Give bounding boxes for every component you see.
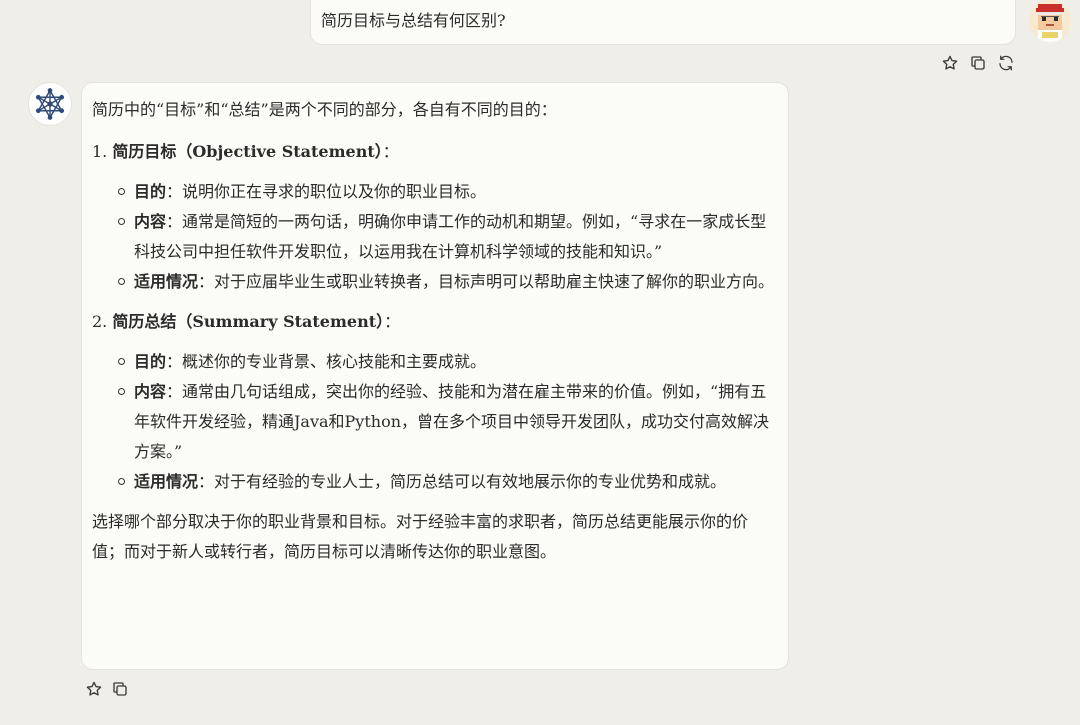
objective-bullet-list: 目的：说明你正在寻求的职位以及你的职业目标。 内容：通常是简短的一两句话，明确你… (92, 177, 778, 297)
list-item: 目的：概述你的专业背景、核心技能和主要成就。 (118, 347, 778, 377)
star-icon[interactable] (940, 53, 960, 73)
section-heading-objective: 1. 简历目标（Objective Statement）： (92, 142, 399, 161)
list-item: 内容：通常由几句话组成，突出你的经验、技能和为潜在雇主带来的价值。例如，“拥有五… (118, 377, 778, 467)
section-heading-summary: 2. 简历总结（Summary Statement）： (92, 312, 401, 331)
user-avatar[interactable] (1029, 0, 1071, 42)
assistant-avatar (28, 82, 72, 126)
star-icon[interactable] (84, 679, 104, 699)
chat-thread: 简历目标与总结有何区别? 简历中的“目标”和“总结”是两个不同的部分，各自有不同… (0, 0, 1080, 725)
assistant-message-bubble: 简历中的“目标”和“总结”是两个不同的部分，各自有不同的目的： 1. 简历目标（… (81, 82, 789, 670)
copy-icon[interactable] (110, 679, 130, 699)
assistant-conclusion: 选择哪个部分取决于你的职业背景和目标。对于经验丰富的求职者，简历总结更能展示你的… (92, 512, 749, 561)
list-item: 内容：通常是简短的一两句话，明确你申请工作的动机和期望。例如，“寻求在一家成长型… (118, 207, 778, 267)
copy-icon[interactable] (968, 53, 988, 73)
user-message-text: 简历目标与总结有何区别? (321, 11, 506, 30)
user-message-bubble: 简历目标与总结有何区别? (310, 0, 1016, 45)
regenerate-icon[interactable] (996, 53, 1016, 73)
pixel-avatar-icon (1029, 0, 1071, 42)
assistant-message-actions (84, 679, 130, 699)
list-item: 目的：说明你正在寻求的职位以及你的职业目标。 (118, 177, 778, 207)
list-item: 适用情况：对于有经验的专业人士，简历总结可以有效地展示你的专业优势和成就。 (118, 467, 778, 497)
assistant-intro: 简历中的“目标”和“总结”是两个不同的部分，各自有不同的目的： (92, 100, 557, 119)
user-message-actions (940, 53, 1016, 73)
summary-bullet-list: 目的：概述你的专业背景、核心技能和主要成就。 内容：通常由几句话组成，突出你的经… (92, 347, 778, 497)
network-logo-icon (35, 88, 65, 120)
list-item: 适用情况：对于应届毕业生或职业转换者，目标声明可以帮助雇主快速了解你的职业方向。 (118, 267, 778, 297)
